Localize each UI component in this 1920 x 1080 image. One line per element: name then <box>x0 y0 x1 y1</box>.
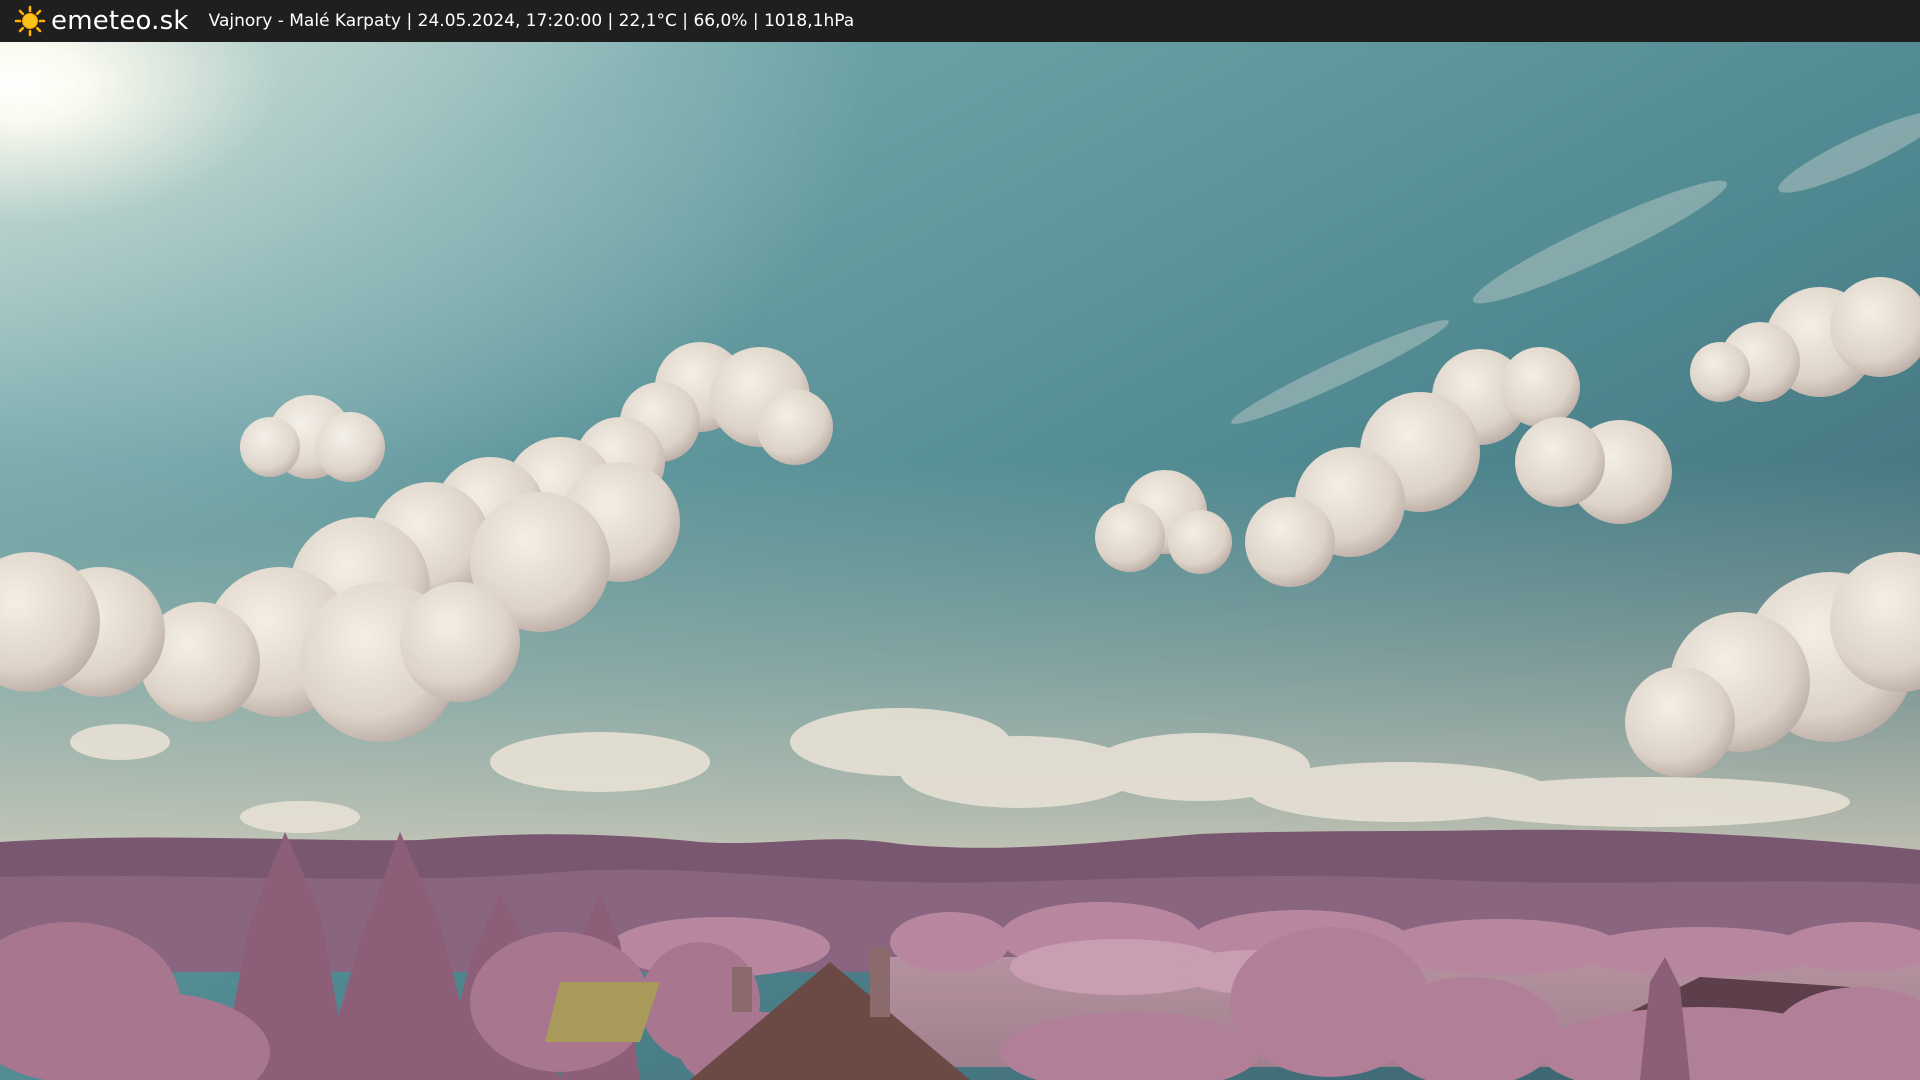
webcam-frame: emeteo.sk Vajnory - Malé Karpaty | 24.05… <box>0 0 1920 1080</box>
station-info-caption: Vajnory - Malé Karpaty | 24.05.2024, 17:… <box>208 11 855 31</box>
brand-name: emeteo.sk <box>51 6 189 36</box>
top-bar: emeteo.sk Vajnory - Malé Karpaty | 24.05… <box>0 0 1920 42</box>
brand-logo[interactable]: emeteo.sk <box>14 5 189 37</box>
sun-icon <box>14 5 46 37</box>
webcam-image <box>0 42 1920 1080</box>
